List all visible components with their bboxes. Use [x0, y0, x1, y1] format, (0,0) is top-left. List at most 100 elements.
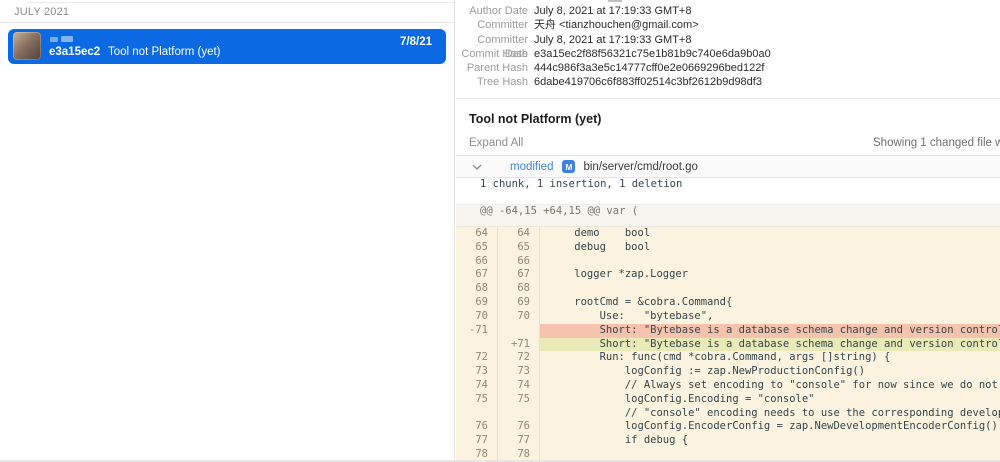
new-line-number: 74 — [498, 379, 540, 393]
diff-rows: 6464 demo bool6565 debug bool66666767 lo… — [456, 227, 1000, 462]
old-line-number: 75 — [456, 393, 498, 407]
meta-label: Committer Date — [456, 33, 528, 47]
meta-row: Tree Hash 6dabe419706c6f883ff02514c3bf26… — [456, 75, 1000, 89]
diff-row: 7676 logConfig.EncoderConfig = zap.NewDe… — [456, 420, 1000, 434]
diff-row: 7272 Run: func(cmd *cobra.Command, args … — [456, 351, 1000, 365]
modified-badge-icon: M — [562, 160, 575, 173]
meta-value: 天舟 <tianzhouchen@gmail.com> — [534, 18, 699, 32]
commit-list-item-selected[interactable]: e3a15ec2 Tool not Platform (yet) 7/8/21 — [8, 29, 446, 64]
code-line: debug bool — [540, 241, 1000, 255]
new-line-number: 75 — [498, 393, 540, 407]
author-name-redacted — [50, 37, 58, 42]
commit-date: 7/8/21 — [400, 36, 432, 48]
code-line: // "console" encoding needs to use the c… — [540, 407, 1000, 421]
commit-short-hash: e3a15ec2 — [49, 46, 100, 58]
commit-list-panel: JULY 2021 e3a15ec2 Tool not Platform (ye… — [0, 0, 455, 462]
meta-value: July 8, 2021 at 17:19:33 GMT+8 — [534, 4, 691, 18]
meta-label: Committer — [456, 18, 528, 32]
code-line: logger *zap.Logger — [540, 268, 1000, 282]
code-line: Run: func(cmd *cobra.Command, args []str… — [540, 351, 1000, 365]
new-line-number: 69 — [498, 296, 540, 310]
old-line-number: 73 — [456, 365, 498, 379]
diff-stats: 1 chunk, 1 insertion, 1 deletion — [456, 178, 1000, 205]
old-line-number: 67 — [456, 268, 498, 282]
old-line-number — [456, 407, 498, 421]
commit-detail-panel: Author Date July 8, 2021 at 17:19:33 GMT… — [456, 0, 1000, 462]
code-line — [540, 282, 1000, 296]
changed-files-summary: Showing 1 changed file with 1 add — [873, 137, 1000, 149]
old-line-number: 70 — [456, 310, 498, 324]
commit-metadata: Author Date July 8, 2021 at 17:19:33 GMT… — [456, 4, 1000, 90]
author-name-redacted — [61, 36, 73, 42]
meta-label: Parent Hash — [456, 61, 528, 75]
meta-row: Committer 天舟 <tianzhouchen@gmail.com> — [456, 18, 1000, 32]
file-status-label: modified — [510, 161, 553, 173]
new-line-number: 76 — [498, 420, 540, 434]
divider — [28, 2, 454, 3]
meta-label: Commit Hash — [456, 47, 528, 61]
new-line-number: 68 — [498, 282, 540, 296]
meta-value: e3a15ec2f88f56321c75e1b81b9c740e6da9b0a0 — [534, 47, 771, 61]
git-client-window: JULY 2021 e3a15ec2 Tool not Platform (ye… — [0, 0, 1000, 462]
diff-row: -71 Short: "Bytebase is a database schem… — [456, 324, 1000, 338]
divider — [0, 22, 454, 23]
diff-row: +71 Short: "Bytebase is a database schem… — [456, 338, 1000, 352]
code-line: logConfig := zap.NewProductionConfig() — [540, 365, 1000, 379]
diff-row: 7575 logConfig.Encoding = "console" — [456, 393, 1000, 407]
diff-row: 6767 logger *zap.Logger — [456, 268, 1000, 282]
commit-group-header: JULY 2021 — [14, 6, 69, 18]
new-line-number: 72 — [498, 351, 540, 365]
code-line: demo bool — [540, 227, 1000, 241]
old-line-number: 74 — [456, 379, 498, 393]
new-line-number: 73 — [498, 365, 540, 379]
old-line-number: 76 — [456, 420, 498, 434]
file-path: bin/server/cmd/root.go — [583, 161, 697, 173]
old-line-number: 66 — [456, 255, 498, 269]
diff-row: 6666 — [456, 255, 1000, 269]
new-line-number: 70 — [498, 310, 540, 324]
cut-off-element — [608, 0, 622, 2]
expand-all-button[interactable]: Expand All — [469, 137, 523, 149]
old-line-number — [456, 338, 498, 352]
diff-row: 6565 debug bool — [456, 241, 1000, 255]
code-line: Use: "bytebase", — [540, 310, 1000, 324]
meta-label: Author Date — [456, 4, 528, 18]
old-line-number: 69 — [456, 296, 498, 310]
old-line-number: 68 — [456, 282, 498, 296]
meta-value: 444c986f3a3e5c14777cff0e2e0669296bed122f — [534, 61, 764, 75]
old-line-number: -71 — [456, 324, 498, 338]
new-line-number: 66 — [498, 255, 540, 269]
chevron-down-icon[interactable] — [472, 164, 482, 170]
code-line: Short: "Bytebase is a database schema ch… — [540, 324, 1000, 338]
diff-row: // "console" encoding needs to use the c… — [456, 407, 1000, 421]
new-line-number — [498, 324, 540, 338]
old-line-number: 77 — [456, 434, 498, 448]
old-line-number: 65 — [456, 241, 498, 255]
new-line-number — [498, 407, 540, 421]
divider — [456, 98, 1000, 99]
meta-value: 6dabe419706c6f883ff02514c3bf2612b9d98df3 — [534, 75, 762, 89]
meta-label: Tree Hash — [456, 75, 528, 89]
diff-row: 6464 demo bool — [456, 227, 1000, 241]
new-line-number: +71 — [498, 338, 540, 352]
hunk-header: @@ -64,15 +64,15 @@ var ( — [456, 205, 1000, 227]
code-line — [540, 255, 1000, 269]
diff-row: 7474 // Always set encoding to "console"… — [456, 379, 1000, 393]
new-line-number: 64 — [498, 227, 540, 241]
old-line-number: 72 — [456, 351, 498, 365]
changed-file-row[interactable]: modified M bin/server/cmd/root.go — [456, 155, 1000, 178]
meta-value: July 8, 2021 at 17:19:33 GMT+8 — [534, 33, 691, 47]
commit-title: Tool not Platform (yet) — [469, 112, 601, 126]
diff-row: 6969 rootCmd = &cobra.Command{ — [456, 296, 1000, 310]
code-line: logConfig.EncoderConfig = zap.NewDevelop… — [540, 420, 1000, 434]
code-line: if debug { — [540, 434, 1000, 448]
new-line-number: 77 — [498, 434, 540, 448]
meta-row: Parent Hash 444c986f3a3e5c14777cff0e2e06… — [456, 61, 1000, 75]
diff-row: 7070 Use: "bytebase", — [456, 310, 1000, 324]
diff-row: 6868 — [456, 282, 1000, 296]
code-line: logConfig.Encoding = "console" — [540, 393, 1000, 407]
code-line: Short: "Bytebase is a database schema ch… — [540, 338, 1000, 352]
new-line-number: 67 — [498, 268, 540, 282]
diff-row: 7373 logConfig := zap.NewProductionConfi… — [456, 365, 1000, 379]
author-avatar — [13, 32, 41, 60]
